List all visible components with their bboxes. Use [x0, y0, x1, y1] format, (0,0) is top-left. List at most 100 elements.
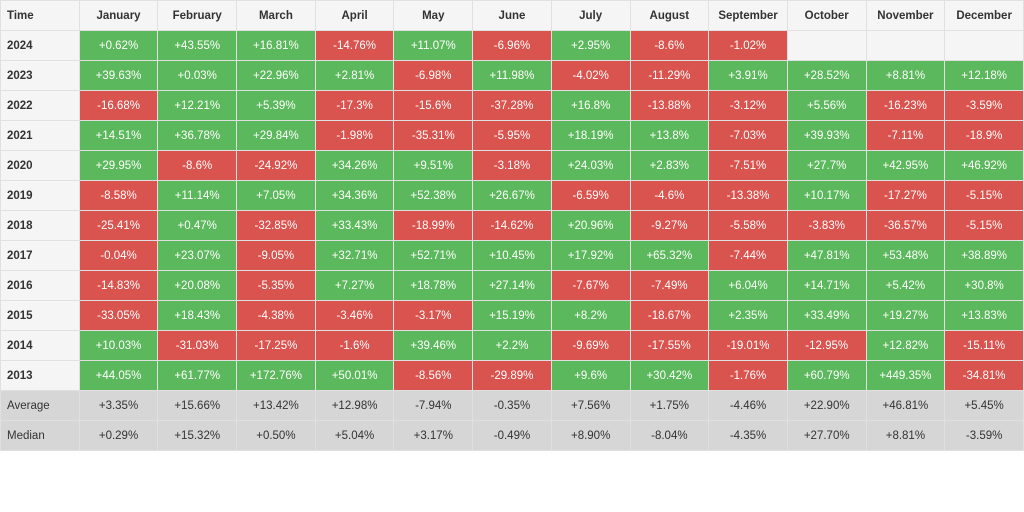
data-cell: +6.04% — [709, 271, 788, 301]
data-cell: +36.78% — [158, 121, 237, 151]
data-cell: +0.47% — [158, 211, 237, 241]
data-cell: -11.29% — [630, 61, 709, 91]
data-cell: +34.36% — [315, 181, 394, 211]
data-cell: -33.05% — [79, 301, 158, 331]
column-header-february: February — [158, 1, 237, 31]
data-cell: -3.59% — [945, 91, 1024, 121]
year-cell: 2022 — [1, 91, 80, 121]
data-cell: -7.51% — [709, 151, 788, 181]
data-cell: +33.49% — [787, 301, 866, 331]
data-cell: -9.69% — [551, 331, 630, 361]
data-cell: -24.92% — [237, 151, 316, 181]
data-cell: -35.31% — [394, 121, 473, 151]
year-cell: 2020 — [1, 151, 80, 181]
data-cell: -16.68% — [79, 91, 158, 121]
data-cell: +18.78% — [394, 271, 473, 301]
data-cell: +7.27% — [315, 271, 394, 301]
data-cell — [866, 31, 945, 61]
data-cell: +8.81% — [866, 61, 945, 91]
column-header-april: April — [315, 1, 394, 31]
data-cell: +13.83% — [945, 301, 1024, 331]
table-header: TimeJanuaryFebruaryMarchAprilMayJuneJuly… — [1, 1, 1024, 31]
median-cell: +27.70% — [787, 421, 866, 451]
table-row: 2019-8.58%+11.14%+7.05%+34.36%+52.38%+26… — [1, 181, 1024, 211]
median-cell: -8.04% — [630, 421, 709, 451]
data-cell: -8.6% — [158, 151, 237, 181]
data-cell: -16.23% — [866, 91, 945, 121]
data-cell: +39.46% — [394, 331, 473, 361]
data-cell: +0.62% — [79, 31, 158, 61]
data-cell: +26.67% — [473, 181, 552, 211]
data-cell: -17.25% — [237, 331, 316, 361]
data-cell: +5.42% — [866, 271, 945, 301]
data-cell: -7.44% — [709, 241, 788, 271]
data-cell: +50.01% — [315, 361, 394, 391]
column-header-march: March — [237, 1, 316, 31]
table-row: 2014+10.03%-31.03%-17.25%-1.6%+39.46%+2.… — [1, 331, 1024, 361]
data-cell: +29.95% — [79, 151, 158, 181]
table-row: 2020+29.95%-8.6%-24.92%+34.26%+9.51%-3.1… — [1, 151, 1024, 181]
data-cell: +18.19% — [551, 121, 630, 151]
data-cell: +39.93% — [787, 121, 866, 151]
average-cell: +22.90% — [787, 391, 866, 421]
average-cell: -4.46% — [709, 391, 788, 421]
data-cell: -13.38% — [709, 181, 788, 211]
column-header-december: December — [945, 1, 1024, 31]
data-cell: +8.2% — [551, 301, 630, 331]
data-cell: -5.95% — [473, 121, 552, 151]
data-cell: +30.8% — [945, 271, 1024, 301]
data-cell: +5.39% — [237, 91, 316, 121]
median-cell: -4.35% — [709, 421, 788, 451]
column-header-august: August — [630, 1, 709, 31]
column-header-october: October — [787, 1, 866, 31]
table-row: 2016-14.83%+20.08%-5.35%+7.27%+18.78%+27… — [1, 271, 1024, 301]
data-cell: -5.35% — [237, 271, 316, 301]
data-cell: -7.67% — [551, 271, 630, 301]
table-row: 2018-25.41%+0.47%-32.85%+33.43%-18.99%-1… — [1, 211, 1024, 241]
median-cell: +3.17% — [394, 421, 473, 451]
data-cell: +47.81% — [787, 241, 866, 271]
data-cell: -31.03% — [158, 331, 237, 361]
data-cell: +11.98% — [473, 61, 552, 91]
data-cell: -34.81% — [945, 361, 1024, 391]
year-cell: 2018 — [1, 211, 80, 241]
year-cell: 2016 — [1, 271, 80, 301]
year-cell: 2017 — [1, 241, 80, 271]
average-cell: +46.81% — [866, 391, 945, 421]
data-cell: +10.03% — [79, 331, 158, 361]
data-cell: -3.83% — [787, 211, 866, 241]
data-cell: -36.57% — [866, 211, 945, 241]
average-cell: -0.35% — [473, 391, 552, 421]
data-cell: -8.58% — [79, 181, 158, 211]
data-cell: -4.02% — [551, 61, 630, 91]
average-label: Average — [1, 391, 80, 421]
data-cell: +14.51% — [79, 121, 158, 151]
data-cell: +14.71% — [787, 271, 866, 301]
column-header-november: November — [866, 1, 945, 31]
data-cell: -1.6% — [315, 331, 394, 361]
average-row: Average+3.35%+15.66%+13.42%+12.98%-7.94%… — [1, 391, 1024, 421]
data-cell: -15.11% — [945, 331, 1024, 361]
data-cell: +2.2% — [473, 331, 552, 361]
average-cell: +1.75% — [630, 391, 709, 421]
data-cell: +30.42% — [630, 361, 709, 391]
data-cell: +11.07% — [394, 31, 473, 61]
data-cell: -7.49% — [630, 271, 709, 301]
data-cell: +44.05% — [79, 361, 158, 391]
data-cell: -4.38% — [237, 301, 316, 331]
data-cell: +19.27% — [866, 301, 945, 331]
data-cell: -5.15% — [945, 211, 1024, 241]
data-cell: +38.89% — [945, 241, 1024, 271]
table-row: 2021+14.51%+36.78%+29.84%-1.98%-35.31%-5… — [1, 121, 1024, 151]
data-cell: +9.6% — [551, 361, 630, 391]
data-cell: +2.95% — [551, 31, 630, 61]
data-cell: +32.71% — [315, 241, 394, 271]
median-cell: -3.59% — [945, 421, 1024, 451]
data-cell: +449.35% — [866, 361, 945, 391]
data-cell: -14.76% — [315, 31, 394, 61]
average-cell: +5.45% — [945, 391, 1024, 421]
data-cell: -14.83% — [79, 271, 158, 301]
table-row: 2017-0.04%+23.07%-9.05%+32.71%+52.71%+10… — [1, 241, 1024, 271]
data-cell: -7.03% — [709, 121, 788, 151]
data-cell: +2.81% — [315, 61, 394, 91]
